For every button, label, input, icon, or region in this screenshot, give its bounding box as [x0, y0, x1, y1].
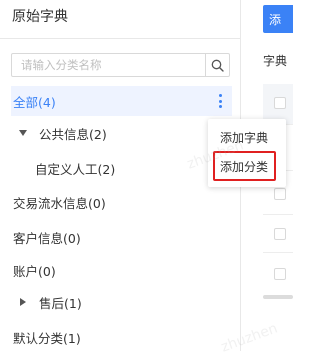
tree-item-label: 客户信息(0) [13, 230, 81, 246]
title-divider [0, 38, 240, 39]
search-icon [211, 59, 224, 72]
more-vertical-icon[interactable] [218, 94, 222, 108]
row-checkbox[interactable] [274, 228, 286, 240]
menu-item-add-category[interactable]: 添加分类 [208, 153, 286, 179]
horizontal-scrollbar[interactable] [263, 295, 293, 299]
tree-item-label: 交易流水信息(0) [13, 195, 106, 211]
tree-item-label: 自定义人工(2) [35, 161, 116, 177]
row-checkbox[interactable] [274, 188, 286, 200]
tree-item-transaction-info[interactable]: 交易流水信息(0) [11, 187, 232, 217]
search-button[interactable] [205, 54, 229, 76]
tree-item-label: 售后(1) [39, 295, 82, 311]
add-dictionary-button[interactable]: 添 [263, 5, 293, 33]
menu-item-add-dictionary[interactable]: 添加字典 [208, 124, 286, 150]
tree-item-account[interactable]: 账户(0) [11, 255, 232, 285]
tree-item-label: 全部(4) [13, 94, 56, 110]
caret-down-icon[interactable] [17, 127, 29, 139]
tree-item-public-info[interactable]: 公共信息(2) [11, 118, 232, 148]
tree-item-after-sales[interactable]: 售后(1) [11, 287, 232, 317]
tree-item-default-category[interactable]: 默认分类(1) [11, 322, 232, 352]
tree-item-custom-manual[interactable]: 自定义人工(2) [11, 153, 232, 183]
tree-item-label: 账户(0) [13, 263, 56, 279]
panel-title: 原始字典 [12, 9, 68, 25]
tree-item-label: 公共信息(2) [39, 126, 107, 142]
search-input[interactable] [12, 54, 206, 76]
dictionary-label: 字典 [263, 54, 288, 68]
row-divider [263, 214, 293, 215]
tree-item-customer-info[interactable]: 客户信息(0) [11, 222, 232, 252]
search-box [11, 53, 230, 77]
select-all-checkbox[interactable] [274, 97, 286, 109]
row-divider [263, 252, 293, 253]
context-menu: 添加字典 添加分类 [208, 119, 286, 187]
category-panel: 原始字典 全部(4) 公共信息(2) 自定义人工(2) 交易流水信息(0) 客户… [0, 0, 243, 351]
row-checkbox[interactable] [274, 268, 286, 280]
tree-item-label: 默认分类(1) [13, 330, 81, 346]
tree-item-all[interactable]: 全部(4) [11, 86, 232, 116]
caret-right-icon[interactable] [17, 296, 29, 308]
